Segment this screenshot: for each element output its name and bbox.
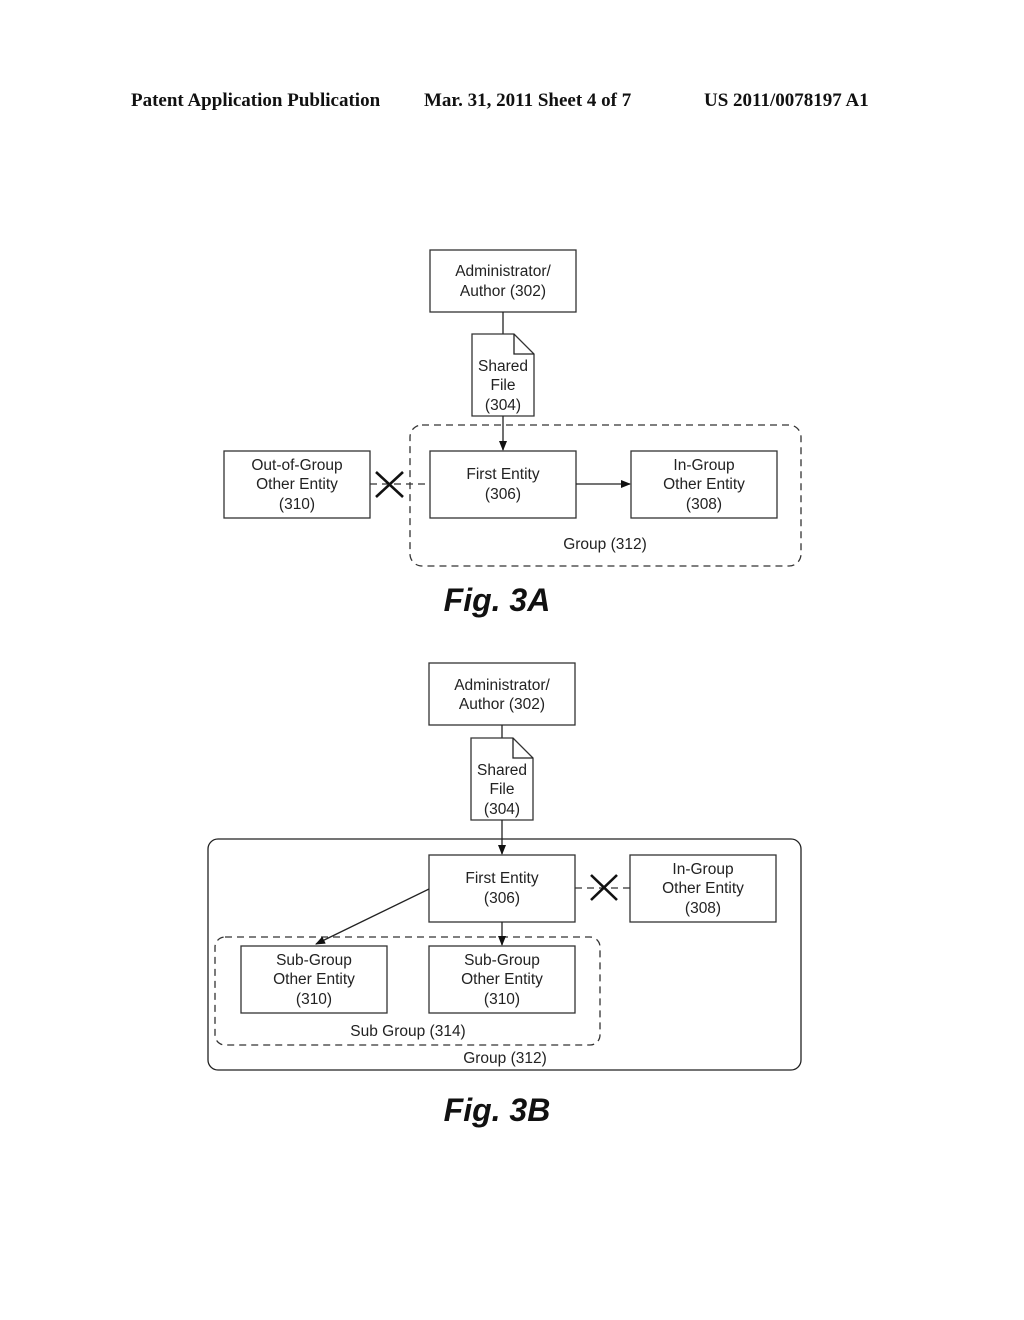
in-group-label-3: (308) — [686, 496, 722, 513]
admin-label-1: Administrator/ — [454, 677, 550, 694]
in-group-label-1: In-Group — [672, 861, 733, 878]
in-group-label-1: In-Group — [673, 457, 734, 474]
out-group-label-1: Out-of-Group — [251, 457, 342, 474]
first-entity-label-1: First Entity — [466, 466, 539, 483]
first-entity-box — [429, 450, 577, 519]
in-group-label-2: Other Entity — [662, 880, 744, 897]
admin-author-box — [428, 662, 576, 726]
subgroup-314-label: Sub Group (314) — [350, 1023, 465, 1040]
fig-3a-caption: Fig. 3A — [444, 582, 551, 618]
group-312-label: Group (312) — [463, 1050, 547, 1067]
admin-label-1: Administrator/ — [455, 263, 551, 280]
admin-label-2: Author (302) — [460, 283, 546, 300]
out-group-label-2: Other Entity — [256, 476, 338, 493]
fig-3b: Group (312) Sub Group (314) Administrato… — [207, 662, 802, 1128]
file-label-1: Shared — [478, 358, 528, 375]
file-label-2: File — [491, 377, 516, 394]
first-entity-label-1: First Entity — [465, 870, 538, 887]
in-group-label-2: Other Entity — [663, 476, 745, 493]
fig-3b-caption: Fig. 3B — [444, 1092, 551, 1128]
sub2-label-1: Sub-Group — [464, 952, 540, 969]
fig-3a: Group (312) Administrator/ Author (302) … — [223, 249, 802, 618]
diagram-canvas: Group (312) Administrator/ Author (302) … — [207, 249, 802, 1128]
admin-label-2: Author (302) — [459, 696, 545, 713]
admin-author-box — [429, 249, 577, 313]
group-312-label: Group (312) — [563, 536, 647, 553]
sub2-label-3: (310) — [484, 991, 520, 1008]
file-label-1: Shared — [477, 762, 527, 779]
file-label-3: (304) — [484, 801, 520, 818]
first-entity-label-2: (306) — [485, 486, 521, 503]
first-to-sub1-arrow — [315, 888, 430, 945]
first-entity-box — [428, 854, 576, 923]
sub1-label-1: Sub-Group — [276, 952, 352, 969]
sub1-label-2: Other Entity — [273, 971, 355, 988]
file-label-3: (304) — [485, 397, 521, 414]
out-group-label-3: (310) — [279, 496, 315, 513]
first-entity-label-2: (306) — [484, 890, 520, 907]
sub1-label-3: (310) — [296, 991, 332, 1008]
sub2-label-2: Other Entity — [461, 971, 543, 988]
file-label-2: File — [490, 781, 515, 798]
in-group-label-3: (308) — [685, 900, 721, 917]
